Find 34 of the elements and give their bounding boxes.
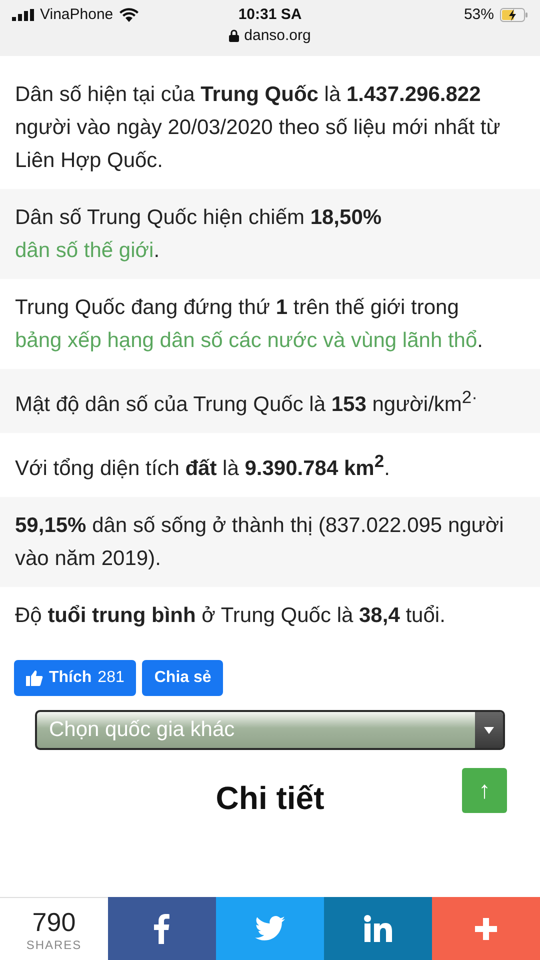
share-count: 790 [32, 906, 76, 938]
twitter-share-button[interactable] [216, 897, 324, 960]
fact-text: Dân số Trung Quốc hiện chiếm 18,50% dân số thế giới. [15, 205, 383, 264]
scroll-top-button[interactable]: ↑ [462, 768, 507, 813]
fact-link[interactable]: bảng xếp hạng dân số các nước và vùng lãnh thổ [15, 329, 478, 352]
fact-text: Trung Quốc đang đứng thứ 1 trên thế giới trong bảng xếp hạng dân số các nước và vùng lãnh thổ. [15, 295, 484, 354]
carrier-name: VinaPhone [40, 6, 114, 23]
share-button[interactable]: Chia sẻ [142, 660, 224, 696]
fact-link[interactable]: dân số thế giới [15, 239, 154, 262]
thumbs-up-icon [26, 670, 43, 686]
battery-percent: 53% [464, 6, 494, 23]
fact-text: Dân số hiện tại của Trung Quốc là 1.437.296.822 người vào ngày 20/03/2020 theo số liệu mới nhất từ Liên Hợp Quốc. [15, 82, 502, 174]
fact-text: Với tổng diện tích đất là 9.390.784 km$^{2}$. [15, 450, 391, 482]
more-share-button[interactable] [432, 897, 540, 960]
page-url[interactable]: danso.org [244, 27, 311, 44]
battery-charging-icon [500, 8, 528, 22]
fact-text: 59,15% dân số sống ở thành thị (837.022.095 người vào năm 2019). [15, 513, 505, 572]
plus-icon [475, 918, 497, 940]
bird-icon [255, 916, 285, 941]
fact-text: Độ tuổi trung bình ở Trung Quốc là 38,4 tuổi. [15, 603, 446, 629]
share-count-label: SHARES [26, 938, 82, 952]
fact-text: Mật độ dân số của Trung Quốc là 153 người/km$^{2·}$ [15, 386, 478, 418]
lock-icon [229, 29, 240, 42]
clock-time: 10:31 SA [238, 6, 302, 23]
section-heading: Chi tiết [216, 780, 324, 817]
wifi-icon [119, 7, 140, 22]
linkedin-share-button[interactable] [324, 897, 432, 960]
country-select[interactable]: Chọn quốc gia khác [35, 710, 505, 750]
facebook-icon [154, 914, 170, 944]
like-button[interactable]: Thích 281 [14, 660, 136, 696]
signal-icon [12, 8, 34, 20]
dropdown-caret-icon [484, 726, 494, 734]
facebook-share-button[interactable] [108, 897, 216, 960]
linkedin-icon [364, 915, 392, 942]
